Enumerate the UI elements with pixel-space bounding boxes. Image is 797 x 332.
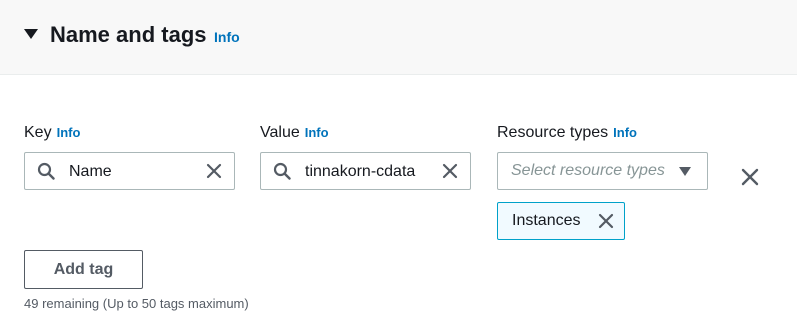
- resource-types-label: Resource types Info: [497, 123, 637, 143]
- key-label-text: Key: [24, 124, 52, 141]
- resource-types-info-link[interactable]: Info: [613, 125, 637, 140]
- close-icon[interactable]: [598, 213, 614, 229]
- add-tag-button[interactable]: Add tag: [24, 250, 143, 289]
- resource-type-token: Instances: [497, 202, 625, 240]
- search-icon: [273, 162, 291, 180]
- value-info-link[interactable]: Info: [305, 125, 329, 140]
- key-info-link[interactable]: Info: [57, 125, 81, 140]
- key-input[interactable]: Name: [24, 152, 235, 190]
- value-label: Value Info: [260, 123, 329, 143]
- caret-down-icon[interactable]: [24, 29, 38, 39]
- resource-types-select[interactable]: Select resource types: [497, 152, 708, 190]
- caret-down-icon: [679, 167, 691, 176]
- section-info-link[interactable]: Info: [214, 28, 240, 46]
- section-header: Name and tags Info: [0, 0, 797, 75]
- key-input-value[interactable]: Name: [69, 162, 194, 182]
- value-input[interactable]: tinnakorn-cdata: [260, 152, 471, 190]
- value-label-text: Value: [260, 124, 300, 141]
- remaining-tags-text: 49 remaining (Up to 50 tags maximum): [24, 296, 249, 311]
- resource-type-token-label: Instances: [512, 212, 581, 229]
- close-icon[interactable]: [206, 163, 222, 179]
- section-title[interactable]: Name and tags: [50, 21, 207, 49]
- remove-tag-icon[interactable]: [741, 168, 759, 186]
- value-input-value[interactable]: tinnakorn-cdata: [305, 162, 430, 182]
- resource-types-placeholder: Select resource types: [511, 162, 665, 179]
- close-icon[interactable]: [442, 163, 458, 179]
- search-icon: [37, 162, 55, 180]
- key-label: Key Info: [24, 123, 80, 143]
- resource-types-label-text: Resource types: [497, 124, 609, 141]
